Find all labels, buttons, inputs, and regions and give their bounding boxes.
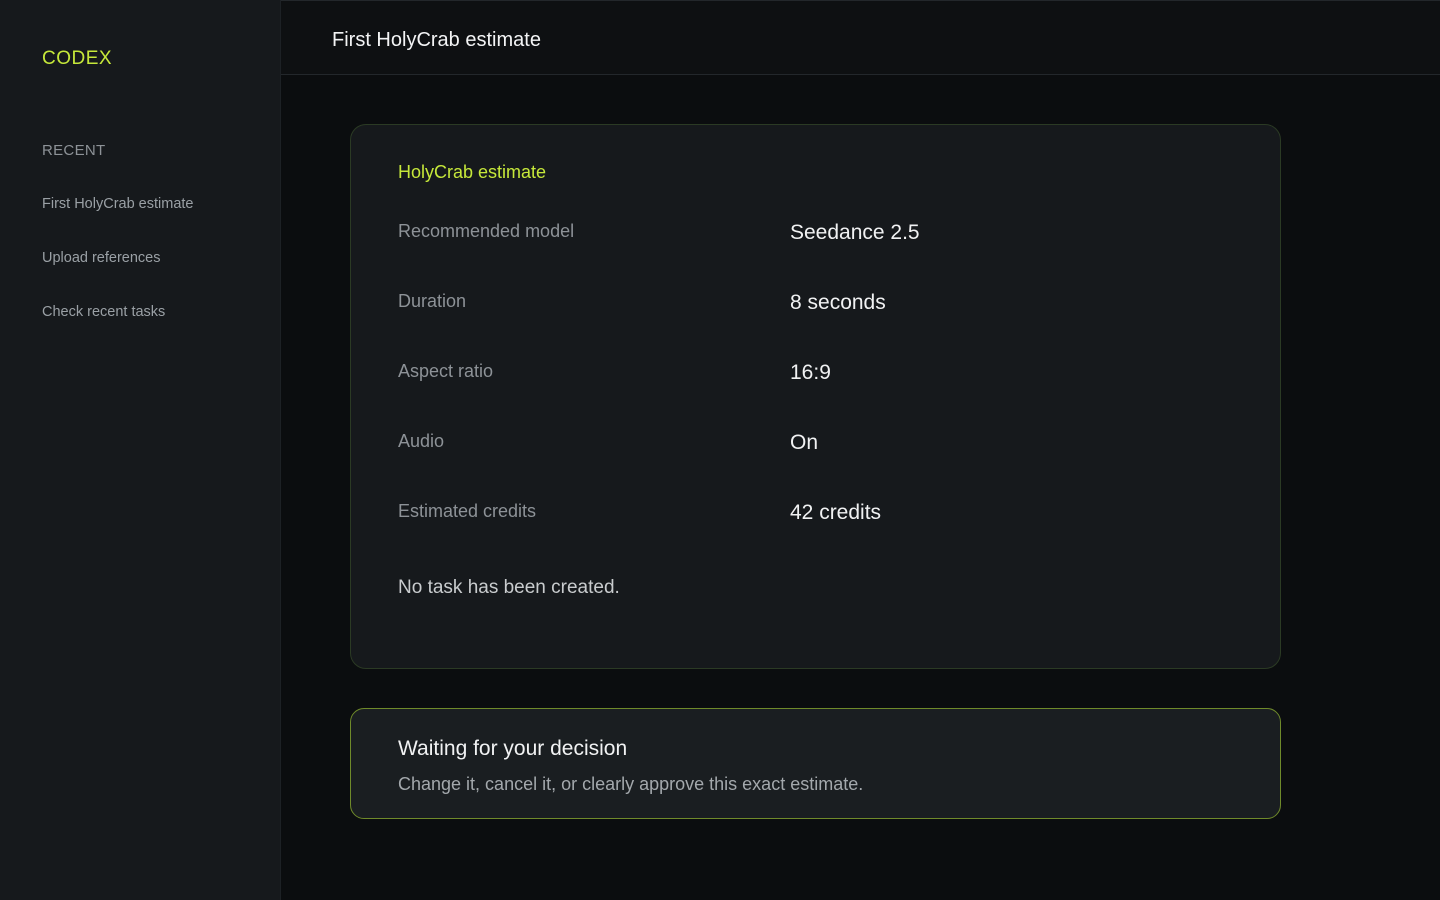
task-status-note: No task has been created. bbox=[398, 577, 620, 598]
sidebar-item-check-recent-tasks[interactable]: Check recent tasks bbox=[42, 304, 165, 320]
page-title: First HolyCrab estimate bbox=[332, 29, 541, 51]
header: First HolyCrab estimate bbox=[281, 0, 1440, 75]
app-window: CODEX RECENT First HolyCrab estimate Upl… bbox=[0, 0, 1440, 900]
sidebar-item-upload-references[interactable]: Upload references bbox=[42, 250, 161, 266]
audio-value: On bbox=[790, 431, 819, 454]
estimated-credits-value: 42 credits bbox=[790, 501, 882, 524]
duration-label: Duration bbox=[398, 291, 467, 311]
recommended-model-value: Seedance 2.5 bbox=[790, 221, 920, 244]
estimated-credits-label: Estimated credits bbox=[398, 501, 537, 521]
audio-label: Audio bbox=[398, 431, 445, 451]
estimate-card-title: HolyCrab estimate bbox=[398, 162, 547, 182]
aspect-ratio-label: Aspect ratio bbox=[398, 361, 494, 381]
recent-section-label: RECENT bbox=[42, 142, 106, 159]
sidebar-item-first-holycrab-estimate[interactable]: First HolyCrab estimate bbox=[42, 196, 193, 212]
duration-value: 8 seconds bbox=[790, 291, 886, 314]
recommended-model-label: Recommended model bbox=[398, 221, 575, 241]
decision-panel: Waiting for your decision Change it, can… bbox=[350, 708, 1281, 819]
sidebar: CODEX RECENT First HolyCrab estimate Upl… bbox=[0, 0, 281, 900]
aspect-ratio-value: 16:9 bbox=[790, 361, 831, 384]
brand-logo[interactable]: CODEX bbox=[42, 48, 112, 70]
decision-title: Waiting for your decision bbox=[398, 737, 628, 760]
estimate-card: HolyCrab estimate Recommended model Seed… bbox=[350, 124, 1281, 669]
decision-instructions: Change it, cancel it, or clearly approve… bbox=[398, 774, 864, 794]
